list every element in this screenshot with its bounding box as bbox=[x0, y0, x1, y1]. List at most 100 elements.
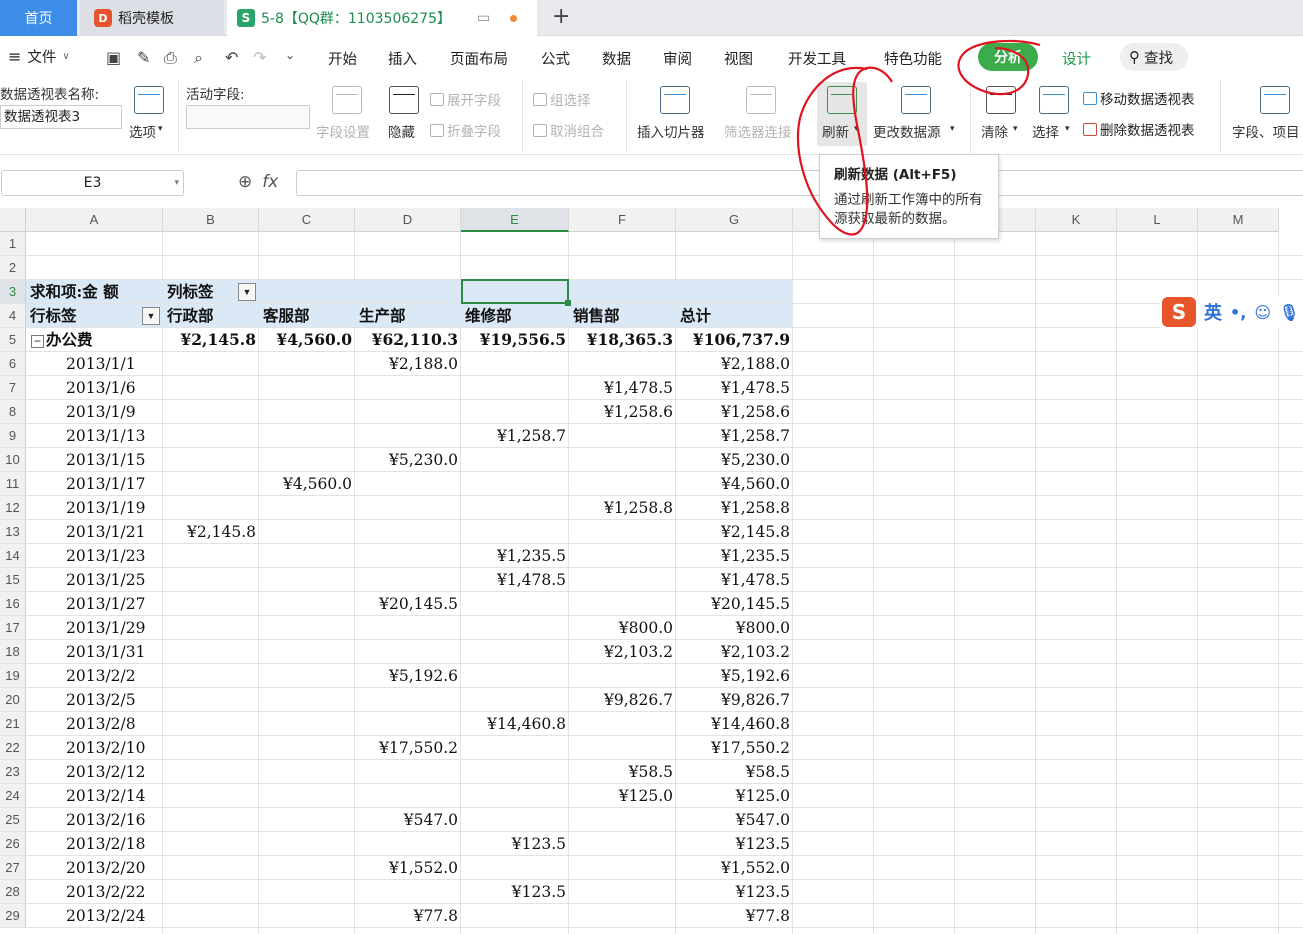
menu-special[interactable]: 特色功能 bbox=[884, 48, 942, 69]
value-cell[interactable]: ¥14,460.8 bbox=[676, 712, 790, 736]
formula-input[interactable] bbox=[296, 170, 1303, 196]
ungroup-button[interactable]: 取消组合 bbox=[533, 120, 604, 140]
tab-home[interactable]: 首页 bbox=[0, 0, 77, 36]
row-header-10[interactable]: 10 bbox=[0, 448, 26, 472]
pivot-name-input[interactable]: 数据透视表3 bbox=[0, 105, 122, 129]
menu-developer[interactable]: 开发工具 bbox=[788, 48, 846, 69]
column-header-D[interactable]: D bbox=[355, 208, 461, 232]
value-cell[interactable]: ¥77.8 bbox=[355, 904, 458, 928]
column-header-A[interactable]: A bbox=[26, 208, 163, 232]
clear-button[interactable]: 清除 bbox=[981, 121, 1008, 141]
value-cell[interactable]: ¥4,560.0 bbox=[676, 472, 790, 496]
value-cell[interactable]: ¥5,192.6 bbox=[676, 664, 790, 688]
tab-design[interactable]: 设计 bbox=[1062, 48, 1091, 69]
function-icon[interactable]: fx bbox=[262, 172, 278, 192]
row-header-18[interactable]: 18 bbox=[0, 640, 26, 664]
new-tab-button[interactable]: + bbox=[552, 4, 570, 29]
value-cell[interactable]: ¥125.0 bbox=[569, 784, 673, 808]
value-cell[interactable]: ¥1,552.0 bbox=[355, 856, 458, 880]
collapse-field-button[interactable]: 折叠字段 bbox=[430, 120, 501, 140]
print-preview-icon[interactable]: ⌕ bbox=[194, 48, 203, 68]
value-cell[interactable]: ¥123.5 bbox=[676, 880, 790, 904]
file-menu[interactable]: ≡ 文件 ∨ bbox=[8, 46, 70, 67]
value-cell[interactable]: ¥1,478.5 bbox=[676, 376, 790, 400]
row-date[interactable]: 2013/1/31 bbox=[66, 640, 145, 664]
value-cell[interactable]: ¥20,145.5 bbox=[355, 592, 458, 616]
ime-punct[interactable]: •, bbox=[1230, 303, 1246, 322]
expand-field-button[interactable]: 展开字段 bbox=[430, 89, 501, 109]
row-date[interactable]: 2013/1/17 bbox=[66, 472, 145, 496]
value-cell[interactable]: ¥5,230.0 bbox=[355, 448, 458, 472]
row-date[interactable]: 2013/2/20 bbox=[66, 856, 145, 880]
column-header-G[interactable]: G bbox=[676, 208, 793, 232]
search-button[interactable]: ⚲ 查找 bbox=[1120, 43, 1188, 71]
group-total[interactable]: ¥2,145.8 bbox=[163, 328, 256, 352]
value-cell[interactable]: ¥123.5 bbox=[461, 880, 566, 904]
row-date[interactable]: 2013/1/19 bbox=[66, 496, 145, 520]
row-header-29[interactable]: 29 bbox=[0, 904, 26, 928]
group-total[interactable]: ¥106,737.9 bbox=[676, 328, 790, 352]
department-header[interactable]: 总计 bbox=[680, 304, 711, 328]
collapse-group-icon[interactable]: − bbox=[31, 335, 44, 348]
print-icon[interactable]: ⎙ bbox=[164, 48, 177, 68]
spreadsheet-grid[interactable]: ABCDEFGHIJKLM123456789101112131415161718… bbox=[0, 208, 1303, 934]
row-date[interactable]: 2013/2/12 bbox=[66, 760, 145, 784]
value-cell[interactable]: ¥1,258.6 bbox=[676, 400, 790, 424]
pivot-row-label[interactable]: 行标签 bbox=[30, 304, 77, 328]
column-filter-dropdown-icon[interactable]: ▼ bbox=[238, 283, 256, 301]
row-header-13[interactable]: 13 bbox=[0, 520, 26, 544]
row-date[interactable]: 2013/1/6 bbox=[66, 376, 136, 400]
pivot-column-label[interactable]: 列标签 bbox=[167, 280, 214, 304]
column-header-K[interactable]: K bbox=[1036, 208, 1117, 232]
chevron-down-icon[interactable]: ▾ bbox=[174, 178, 179, 188]
value-cell[interactable]: ¥2,188.0 bbox=[355, 352, 458, 376]
monitor-icon[interactable]: ▭ bbox=[477, 10, 490, 26]
insert-slicer-button[interactable]: 插入切片器 bbox=[637, 121, 705, 141]
row-date[interactable]: 2013/2/14 bbox=[66, 784, 145, 808]
row-header-26[interactable]: 26 bbox=[0, 832, 26, 856]
active-field-input[interactable] bbox=[186, 105, 310, 129]
value-cell[interactable]: ¥1,258.8 bbox=[569, 496, 673, 520]
value-cell[interactable]: ¥1,258.7 bbox=[461, 424, 566, 448]
department-header[interactable]: 行政部 bbox=[167, 304, 214, 328]
row-date[interactable]: 2013/1/25 bbox=[66, 568, 145, 592]
row-date[interactable]: 2013/1/15 bbox=[66, 448, 145, 472]
format-painter-icon[interactable]: ✎ bbox=[137, 48, 150, 67]
row-header-12[interactable]: 12 bbox=[0, 496, 26, 520]
tab-workbook[interactable]: S 5-8【QQ群：1103506275】 ▭ bbox=[227, 0, 537, 36]
value-cell[interactable]: ¥123.5 bbox=[461, 832, 566, 856]
value-cell[interactable]: ¥5,192.6 bbox=[355, 664, 458, 688]
row-date[interactable]: 2013/1/29 bbox=[66, 616, 145, 640]
row-header-11[interactable]: 11 bbox=[0, 472, 26, 496]
value-cell[interactable]: ¥125.0 bbox=[676, 784, 790, 808]
menu-formula[interactable]: 公式 bbox=[541, 48, 570, 69]
value-cell[interactable]: ¥9,826.7 bbox=[569, 688, 673, 712]
row-header-23[interactable]: 23 bbox=[0, 760, 26, 784]
row-filter-dropdown-icon[interactable]: ▼ bbox=[142, 307, 160, 325]
ime-lang[interactable]: 英 bbox=[1204, 299, 1222, 325]
save-icon[interactable]: ▣ bbox=[106, 48, 121, 67]
row-date[interactable]: 2013/1/23 bbox=[66, 544, 145, 568]
redo-icon[interactable]: ↷ bbox=[253, 48, 266, 67]
clear-dropdown-icon[interactable]: ▾ bbox=[1013, 124, 1018, 134]
group-label[interactable]: 办公费 bbox=[46, 328, 93, 352]
row-header-3[interactable]: 3 bbox=[0, 280, 26, 304]
change-source-button[interactable]: 更改数据源 bbox=[873, 121, 941, 141]
menu-review[interactable]: 审阅 bbox=[663, 48, 692, 69]
row-header-5[interactable]: 5 bbox=[0, 328, 26, 352]
value-cell[interactable]: ¥123.5 bbox=[676, 832, 790, 856]
group-total[interactable]: ¥18,365.3 bbox=[569, 328, 673, 352]
value-cell[interactable]: ¥17,550.2 bbox=[676, 736, 790, 760]
row-header-19[interactable]: 19 bbox=[0, 664, 26, 688]
value-cell[interactable]: ¥1,478.5 bbox=[676, 568, 790, 592]
value-cell[interactable]: ¥1,258.8 bbox=[676, 496, 790, 520]
fields-items-button[interactable]: 字段、项目 bbox=[1232, 121, 1300, 141]
department-header[interactable]: 生产部 bbox=[359, 304, 406, 328]
value-cell[interactable]: ¥800.0 bbox=[676, 616, 790, 640]
row-header-2[interactable]: 2 bbox=[0, 256, 26, 280]
row-header-14[interactable]: 14 bbox=[0, 544, 26, 568]
microphone-icon[interactable]: 🎙 bbox=[1279, 303, 1299, 322]
group-selection-button[interactable]: 组选择 bbox=[533, 89, 591, 109]
group-total[interactable]: ¥4,560.0 bbox=[259, 328, 352, 352]
pivot-sum-label[interactable]: 求和项:金 额 bbox=[30, 280, 119, 304]
